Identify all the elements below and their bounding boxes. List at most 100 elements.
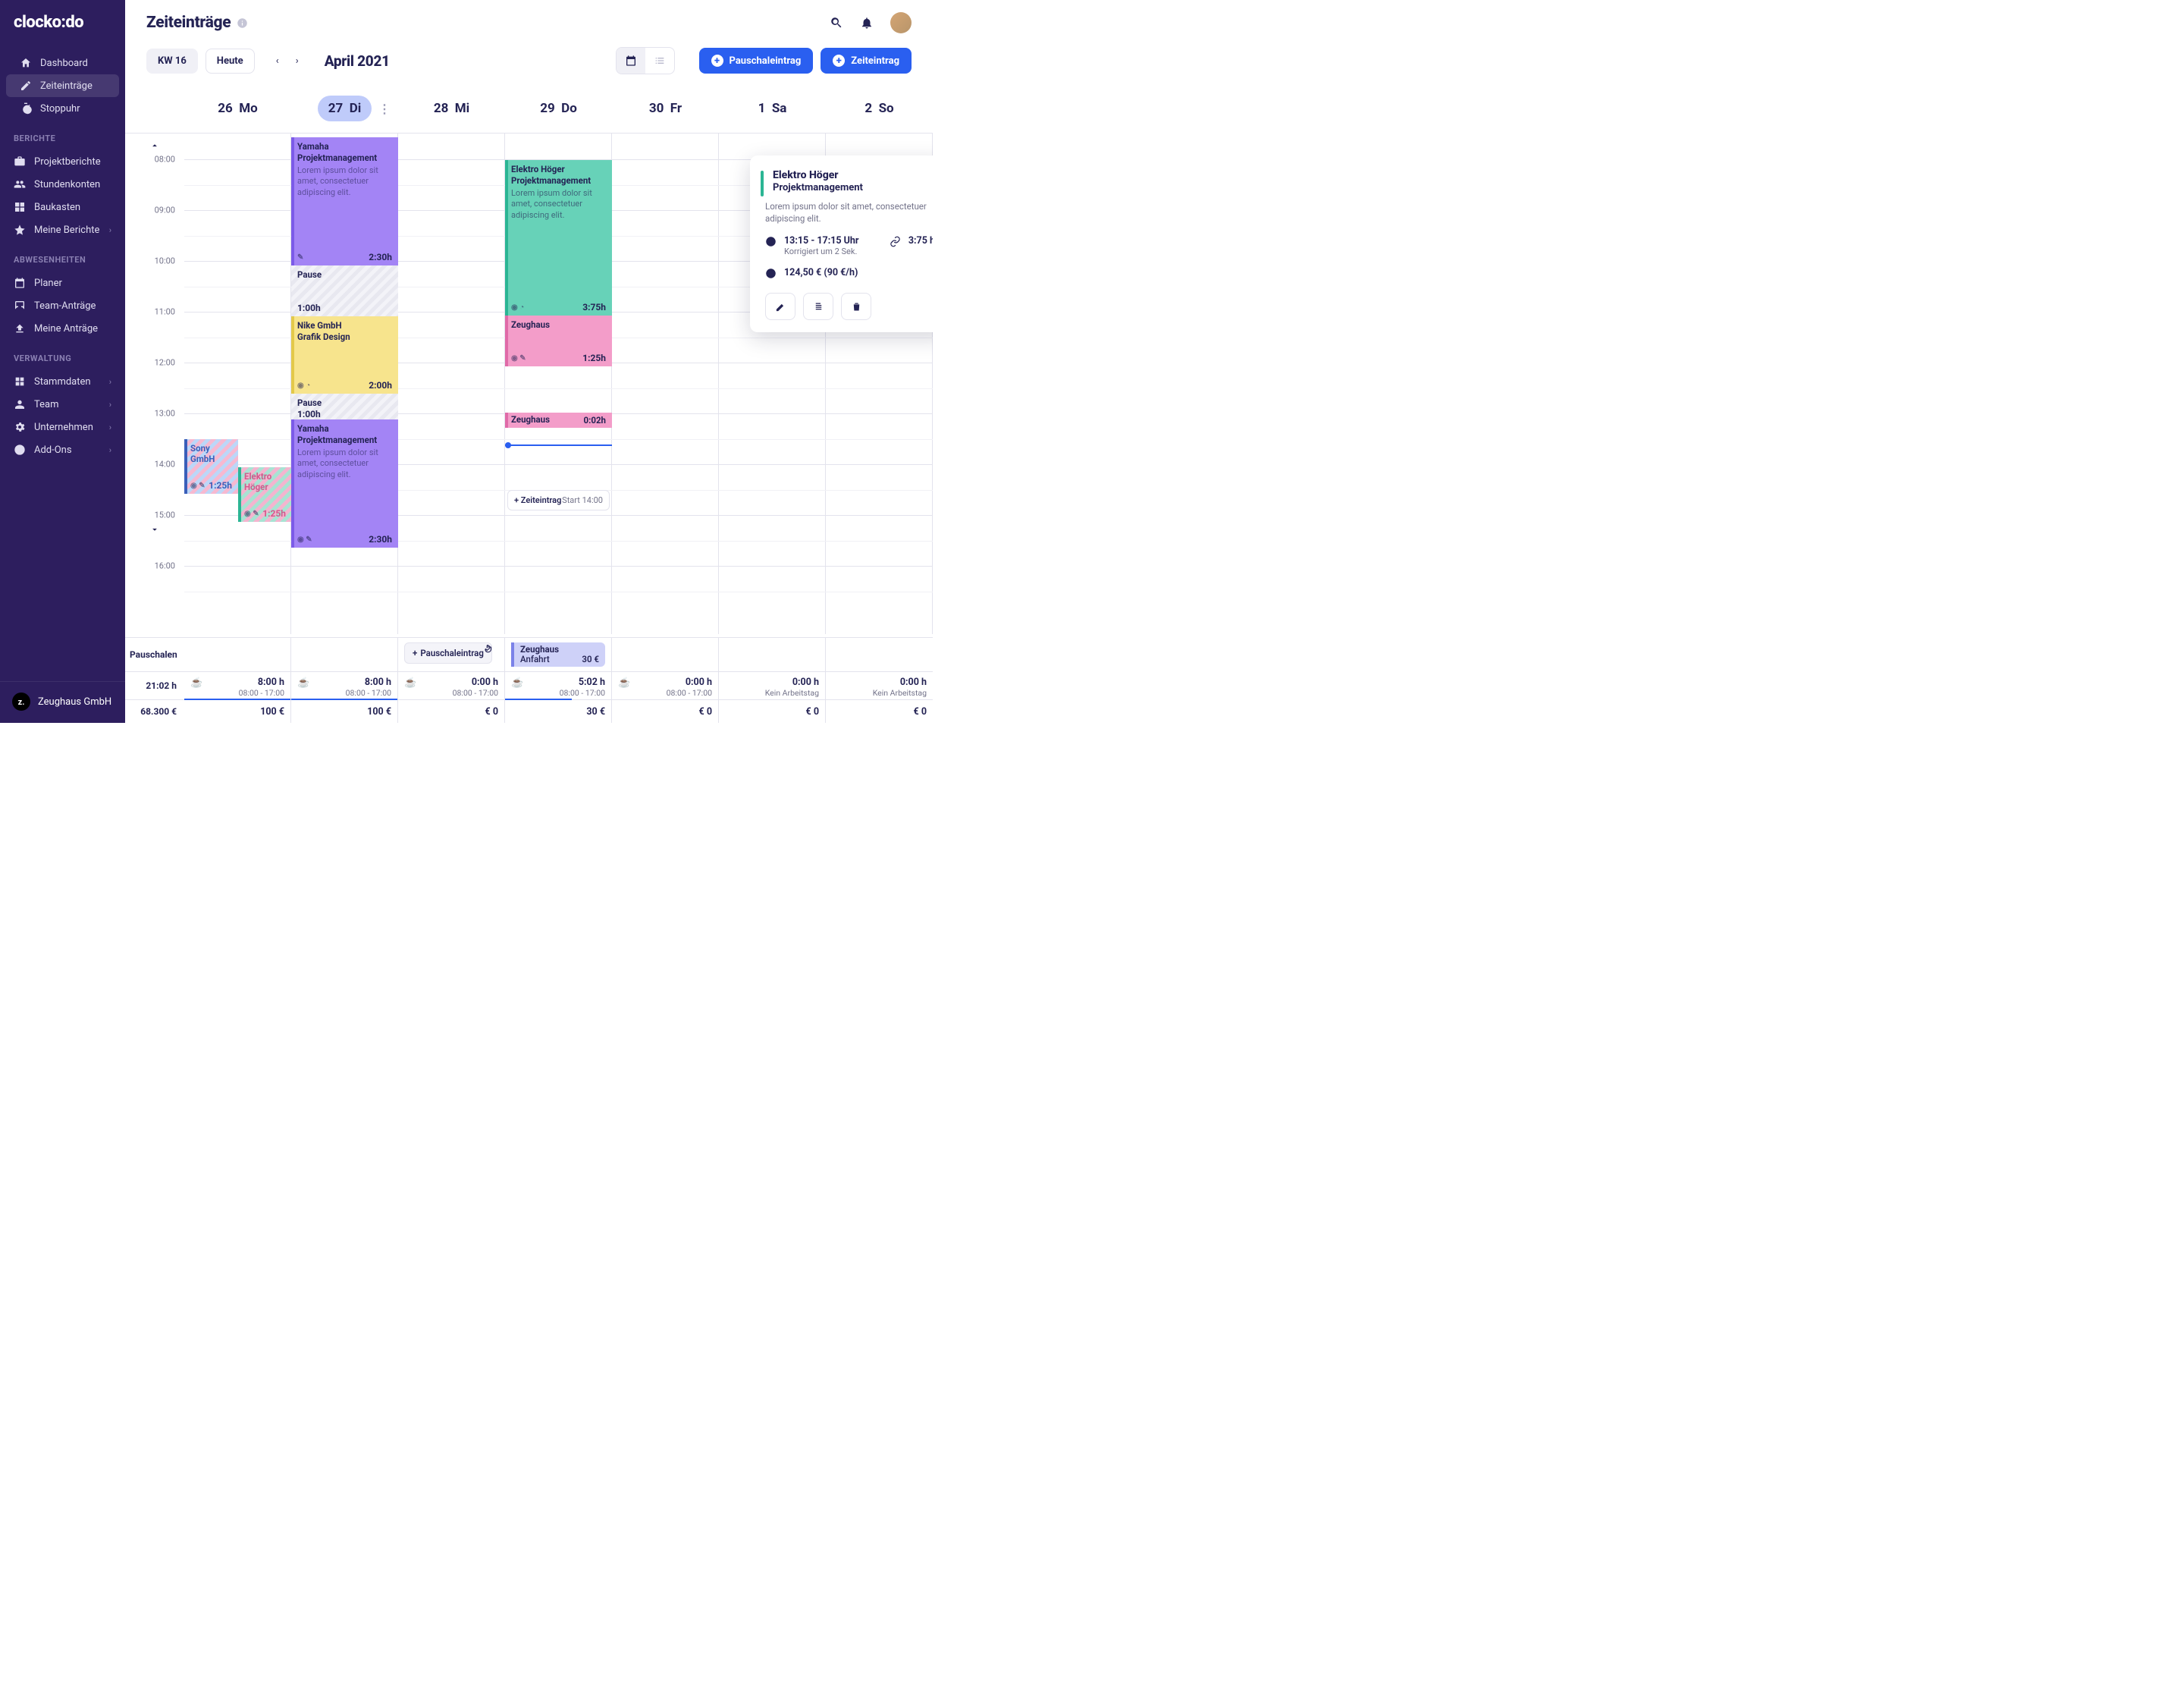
nav-meine-berichte[interactable]: Meine Berichte › xyxy=(0,218,125,241)
page-title: Zeiteinträge xyxy=(146,14,231,32)
day-header[interactable]: 29 Do xyxy=(505,86,612,133)
org-name: Zeughaus GmbH xyxy=(38,696,111,708)
team-icon xyxy=(14,398,26,410)
prev-week[interactable]: ‹ xyxy=(268,52,287,70)
btn-pauschaleintrag[interactable]: + Pauschaleintrag xyxy=(699,48,814,74)
day-header[interactable]: 30 Fr xyxy=(612,86,719,133)
nav-stundenkonten[interactable]: Stundenkonten xyxy=(0,173,125,196)
po-title: Elektro Höger xyxy=(773,169,933,181)
calendar-event[interactable]: Elektro Höger◉ ✎1:25h xyxy=(238,467,292,522)
people-icon xyxy=(14,178,26,190)
brand-logo: clocko:do xyxy=(0,0,125,52)
info-icon[interactable] xyxy=(237,17,248,29)
btn-zeiteintrag[interactable]: + Zeiteintrag xyxy=(821,48,912,74)
day-column[interactable] xyxy=(612,133,719,634)
search-icon[interactable] xyxy=(830,16,843,30)
nav-addons[interactable]: Add-Ons › xyxy=(0,438,125,461)
nav-label: Stoppuhr xyxy=(40,103,80,115)
hours-cell: 0:00 hKein Arbeitstag xyxy=(719,672,826,699)
bell-icon[interactable] xyxy=(860,16,874,30)
row-euro: 68.300 € 100 €100 €€ 030 €€ 0€ 0€ 0 xyxy=(125,699,933,723)
user-avatar[interactable] xyxy=(890,12,912,33)
toolbar: KW 16 Heute ‹ › April 2021 + Pauschalein… xyxy=(125,47,933,86)
view-list[interactable] xyxy=(645,48,674,74)
day-header[interactable]: 26 Mo xyxy=(184,86,291,133)
hours-cell: 0:00 hKein Arbeitstag xyxy=(826,672,933,699)
topbar: Zeiteinträge xyxy=(125,0,933,47)
inbox-icon xyxy=(14,300,26,312)
po-copy[interactable] xyxy=(803,293,833,320)
bottom-rows: Pauschalen + Pauschaleintrag Zeughaus xyxy=(125,637,933,723)
row-pauschalen: Pauschalen + Pauschaleintrag Zeughaus xyxy=(125,638,933,671)
add-pauschal[interactable]: + Pauschaleintrag xyxy=(404,642,492,664)
nav-team[interactable]: Team › xyxy=(0,393,125,416)
nav-projektberichte[interactable]: Projektberichte xyxy=(0,150,125,173)
calendar-event[interactable]: YamahaProjektmanagementLorem ipsum dolor… xyxy=(291,419,398,548)
nav-abwesenheiten: ABWESENHEITEN Planer Team-Anträge Meine … xyxy=(0,255,125,353)
day-column[interactable] xyxy=(398,133,505,634)
nav-baukasten[interactable]: Baukasten xyxy=(0,196,125,218)
calendar-event[interactable]: Zeughaus◉ ✎1:25h xyxy=(505,316,612,366)
day-headers: 26 Mo27 Di28 Mi29 Do30 Fr1 Sa2 So xyxy=(125,86,933,133)
arrowup-icon xyxy=(14,322,26,335)
row-hours: 21:02 h ☕8:00 h08:00 - 17:00☕8:00 h08:00… xyxy=(125,671,933,699)
sidebar-footer[interactable]: z. Zeughaus GmbH xyxy=(0,681,125,723)
scroll-down[interactable] xyxy=(125,517,184,542)
calendar-event[interactable]: Sony GmbH◉ ✎1:25h xyxy=(184,439,238,494)
scroll-up[interactable] xyxy=(125,133,184,158)
calendar-event[interactable]: Pause1:00h xyxy=(291,394,398,419)
nav-zeiteintraege[interactable]: Zeiteinträge xyxy=(6,74,119,97)
calendar-event[interactable]: YamahaProjektmanagementLorem ipsum dolor… xyxy=(291,137,398,265)
home-icon xyxy=(20,57,32,69)
hours-cell: ☕0:00 h08:00 - 17:00 xyxy=(398,672,505,699)
euro-cell: € 0 xyxy=(398,700,505,723)
week-pill[interactable]: KW 16 xyxy=(146,49,198,74)
pauschal-chip[interactable]: Zeughaus Anfahrt30 € xyxy=(511,642,605,667)
today-pill[interactable]: Heute xyxy=(206,49,255,74)
ghost-entry[interactable]: + ZeiteintragStart 14:00 xyxy=(507,490,610,510)
month-label: April 2021 xyxy=(325,52,390,70)
calendar-event[interactable]: Pause1:00h xyxy=(291,265,398,316)
nav-verwaltung: VERWALTUNG Stammdaten › Team › Unternehm… xyxy=(0,353,125,475)
nav-main: Dashboard Zeiteinträge Stoppuhr xyxy=(0,52,125,133)
blocks-icon xyxy=(14,201,26,213)
plus-circle-icon xyxy=(14,444,26,456)
day-header[interactable]: 1 Sa xyxy=(719,86,826,133)
link-icon xyxy=(890,236,901,247)
plus-icon: + xyxy=(833,55,845,67)
nav-planer[interactable]: Planer xyxy=(0,272,125,294)
nav-stoppuhr[interactable]: Stoppuhr xyxy=(6,97,119,120)
day-header[interactable]: 2 So xyxy=(826,86,933,133)
nav-stammdaten[interactable]: Stammdaten › xyxy=(0,370,125,393)
calendar-event[interactable]: Zeughaus0:02h xyxy=(505,413,612,428)
po-sub: Projektmanagement xyxy=(773,182,933,193)
nav-unternehmen[interactable]: Unternehmen › xyxy=(0,416,125,438)
calendar-icon xyxy=(14,277,26,289)
case-icon xyxy=(14,155,26,168)
time-label: 10:00 xyxy=(155,256,175,266)
chevron-right-icon: › xyxy=(109,445,111,455)
next-week[interactable]: › xyxy=(288,52,306,70)
chevron-right-icon: › xyxy=(109,400,111,410)
calendar-event[interactable]: Nike GmbHGrafik Design◉ ◔2:00h xyxy=(291,316,398,394)
calendar-event[interactable]: Elektro HögerProjektmanagementLorem ipsu… xyxy=(505,160,612,316)
nav-label: Dashboard xyxy=(40,58,88,69)
pencil-icon xyxy=(20,80,32,92)
day-header[interactable]: 27 Di xyxy=(291,86,398,133)
hours-cell: ☕8:00 h08:00 - 17:00 xyxy=(291,672,398,699)
nav-team-antraege[interactable]: Team-Anträge xyxy=(0,294,125,317)
day-column[interactable] xyxy=(184,133,291,634)
view-toggle xyxy=(616,47,675,74)
calendar: 26 Mo27 Di28 Mi29 Do30 Fr1 Sa2 So 08:000… xyxy=(125,86,933,723)
nav-meine-antraege[interactable]: Meine Anträge xyxy=(0,317,125,340)
po-desc: Lorem ipsum dolor sit amet, consectetuer… xyxy=(765,201,933,225)
euro-cell: € 0 xyxy=(719,700,826,723)
view-calendar[interactable] xyxy=(617,48,645,74)
nav-dashboard[interactable]: Dashboard xyxy=(6,52,119,74)
stopwatch-icon xyxy=(20,102,32,115)
euro-cell: 30 € xyxy=(505,700,612,723)
sidebar: clocko:do Dashboard Zeiteinträge Stoppuh… xyxy=(0,0,125,723)
day-header[interactable]: 28 Mi xyxy=(398,86,505,133)
po-delete[interactable] xyxy=(841,293,871,320)
po-edit[interactable] xyxy=(765,293,795,320)
